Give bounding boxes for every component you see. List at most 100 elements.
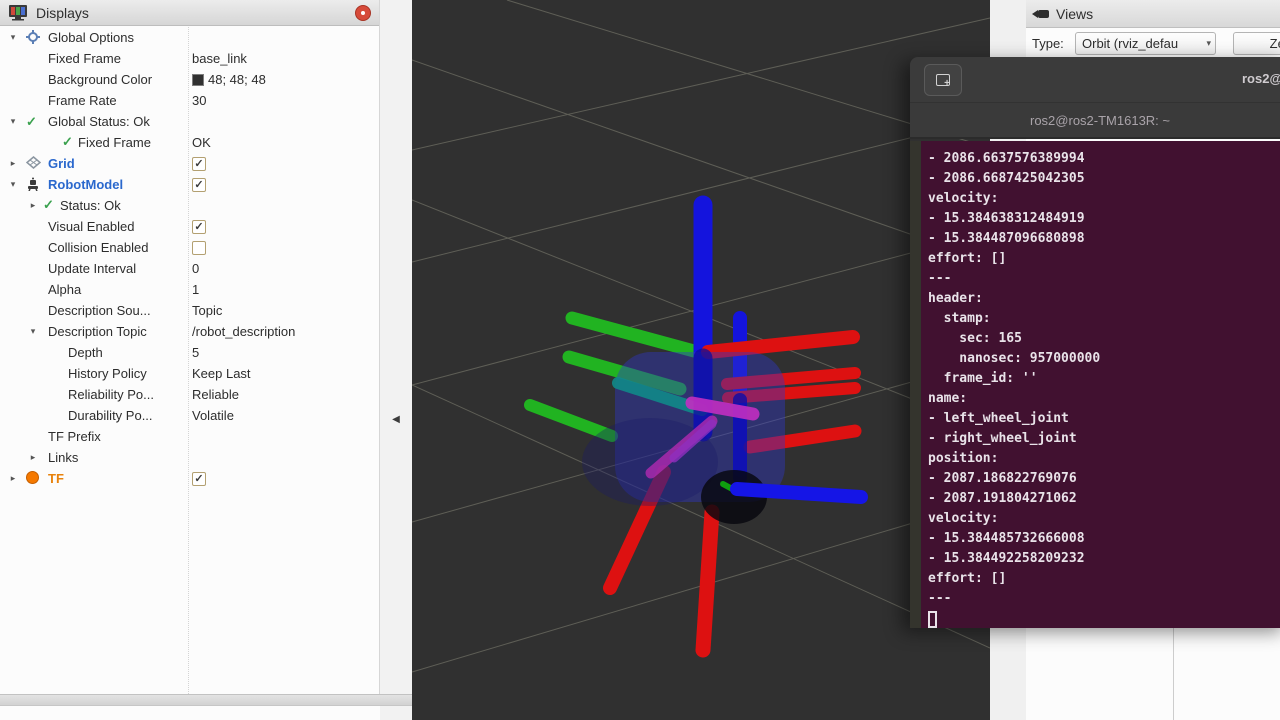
3d-scene bbox=[412, 0, 990, 720]
view-type-label: Type: bbox=[1032, 36, 1064, 51]
chevron-expanded-icon[interactable]: ▾ bbox=[7, 111, 19, 132]
grid-icon bbox=[26, 156, 41, 171]
property-name: Update Interval bbox=[48, 258, 136, 279]
property-name: Frame Rate bbox=[48, 90, 117, 111]
color-swatch bbox=[192, 74, 204, 86]
terminal-header-bar[interactable]: ros2@ bbox=[910, 57, 1280, 103]
tree-row[interactable]: ▸ Grid ✓ bbox=[0, 153, 379, 174]
check-icon: ✓ bbox=[62, 134, 77, 149]
property-name: Fixed Frame bbox=[48, 48, 121, 69]
new-tab-button[interactable] bbox=[924, 64, 962, 96]
property-value[interactable]: 1 bbox=[192, 279, 199, 300]
displays-panel-header[interactable]: Displays bbox=[0, 0, 379, 26]
check-icon: ✓ bbox=[43, 197, 58, 212]
terminal-left-margin bbox=[910, 141, 921, 628]
gear-icon bbox=[26, 30, 41, 45]
terminal-line: stamp: bbox=[928, 309, 1100, 329]
tree-row[interactable]: ▾ Description Topic /robot_description bbox=[0, 321, 379, 342]
render-viewport[interactable] bbox=[412, 0, 990, 720]
panel-collapse-handle[interactable]: ◀ bbox=[387, 408, 405, 430]
tree-row[interactable]: History Policy Keep Last bbox=[0, 363, 379, 384]
chevron-left-icon: ◀ bbox=[392, 414, 400, 425]
chevron-collapsed-icon[interactable]: ▸ bbox=[27, 195, 39, 216]
enabled-checkbox[interactable]: ✓ bbox=[192, 472, 206, 486]
terminal-line: nanosec: 957000000 bbox=[928, 349, 1100, 369]
views-panel-header[interactable]: Views bbox=[1026, 0, 1280, 28]
chevron-collapsed-icon[interactable]: ▸ bbox=[27, 447, 39, 468]
property-name: Depth bbox=[68, 342, 103, 363]
displays-panel-title: Displays bbox=[36, 5, 89, 21]
tree-row[interactable]: Reliability Po... Reliable bbox=[0, 384, 379, 405]
tree-row[interactable]: Fixed Frame base_link bbox=[0, 48, 379, 69]
zero-button[interactable]: Zero bbox=[1233, 32, 1280, 55]
displays-panel: Displays ▾ Global Options Fixed Frame ba… bbox=[0, 0, 380, 694]
visual-enabled-checkbox[interactable]: ✓ bbox=[192, 220, 206, 234]
panel-splitter[interactable] bbox=[0, 694, 412, 706]
terminal-line: - 15.384638312484919 bbox=[928, 209, 1100, 229]
tree-row[interactable]: ▸ ✓ Status: Ok bbox=[0, 195, 379, 216]
chevron-expanded-icon[interactable]: ▾ bbox=[7, 174, 19, 195]
tree-row[interactable]: ▸ TF ✓ bbox=[0, 468, 379, 489]
property-value[interactable]: 30 bbox=[192, 90, 206, 111]
property-value[interactable]: 0 bbox=[192, 258, 199, 279]
close-icon[interactable] bbox=[355, 5, 371, 21]
tf-warning-icon bbox=[26, 471, 41, 486]
property-value[interactable]: Reliable bbox=[192, 384, 239, 405]
property-tree: ▾ Global Options Fixed Frame base_link B… bbox=[0, 27, 379, 489]
property-value[interactable]: Topic bbox=[192, 300, 222, 321]
tree-row[interactable]: TF Prefix bbox=[0, 426, 379, 447]
terminal-line: - left_wheel_joint bbox=[928, 409, 1100, 429]
tree-row[interactable]: Durability Po... Volatile bbox=[0, 405, 379, 426]
property-name: Reliability Po... bbox=[68, 384, 154, 405]
terminal-window[interactable]: ros2@ ros2@ros2-TM1613R: ~ - 2086.663757… bbox=[910, 57, 1280, 628]
property-value[interactable]: base_link bbox=[192, 48, 247, 69]
chevron-expanded-icon[interactable]: ▾ bbox=[27, 321, 39, 342]
tree-row[interactable]: ✓ Fixed Frame OK bbox=[0, 132, 379, 153]
views-panel-title: Views bbox=[1056, 6, 1093, 22]
tree-row[interactable]: Visual Enabled ✓ bbox=[0, 216, 379, 237]
property-value[interactable]: Volatile bbox=[192, 405, 234, 426]
tree-row[interactable]: Background Color 48; 48; 48 bbox=[0, 69, 379, 90]
terminal-line: name: bbox=[928, 389, 1100, 409]
tree-row[interactable]: ▾ RobotModel ✓ bbox=[0, 174, 379, 195]
tree-row[interactable]: Depth 5 bbox=[0, 342, 379, 363]
tree-row[interactable]: Description Sou... Topic bbox=[0, 300, 379, 321]
terminal-line: position: bbox=[928, 449, 1100, 469]
terminal-line: header: bbox=[928, 289, 1100, 309]
terminal-window-title: ros2@ bbox=[1242, 71, 1280, 86]
property-value[interactable]: /robot_description bbox=[192, 321, 295, 342]
tree-row[interactable]: Collision Enabled bbox=[0, 237, 379, 258]
chevron-expanded-icon[interactable]: ▾ bbox=[7, 27, 19, 48]
enabled-checkbox[interactable]: ✓ bbox=[192, 178, 206, 192]
robot-icon bbox=[26, 177, 41, 192]
tree-row[interactable]: Frame Rate 30 bbox=[0, 90, 379, 111]
property-name: Background Color bbox=[48, 69, 152, 90]
terminal-tab-bar[interactable]: ros2@ros2-TM1613R: ~ bbox=[910, 103, 1280, 139]
terminal-body[interactable]: - 2086.6637576389994- 2086.6687425042305… bbox=[910, 141, 1280, 628]
terminal-line: - 15.384492258209232 bbox=[928, 549, 1100, 569]
tree-row[interactable]: Update Interval 0 bbox=[0, 258, 379, 279]
tree-row[interactable]: ▸ Links bbox=[0, 447, 379, 468]
tree-row[interactable]: ▾ Global Options bbox=[0, 27, 379, 48]
chevron-collapsed-icon[interactable]: ▸ bbox=[7, 468, 19, 489]
chevron-collapsed-icon[interactable]: ▸ bbox=[7, 153, 19, 174]
property-value[interactable]: 5 bbox=[192, 342, 199, 363]
property-name: Global Options bbox=[48, 27, 134, 48]
tree-row[interactable]: Alpha 1 bbox=[0, 279, 379, 300]
property-name: Durability Po... bbox=[68, 405, 153, 426]
property-name: Description Sou... bbox=[48, 300, 151, 321]
terminal-line: effort: [] bbox=[928, 249, 1100, 269]
terminal-line: velocity: bbox=[928, 189, 1100, 209]
property-value[interactable]: 48; 48; 48 bbox=[192, 69, 266, 90]
view-type-dropdown[interactable]: Orbit (rviz_defau ▾ bbox=[1075, 32, 1216, 55]
new-tab-icon bbox=[936, 74, 950, 86]
tree-row[interactable]: ▾ ✓ Global Status: Ok bbox=[0, 111, 379, 132]
collision-enabled-checkbox[interactable] bbox=[192, 241, 206, 255]
property-value: OK bbox=[192, 132, 211, 153]
terminal-line: - 2086.6687425042305 bbox=[928, 169, 1100, 189]
enabled-checkbox[interactable]: ✓ bbox=[192, 157, 206, 171]
property-name: Grid bbox=[48, 153, 75, 174]
property-value[interactable]: Keep Last bbox=[192, 363, 251, 384]
panel-gutter-left: ◀ bbox=[380, 0, 412, 720]
property-name: TF bbox=[48, 468, 64, 489]
